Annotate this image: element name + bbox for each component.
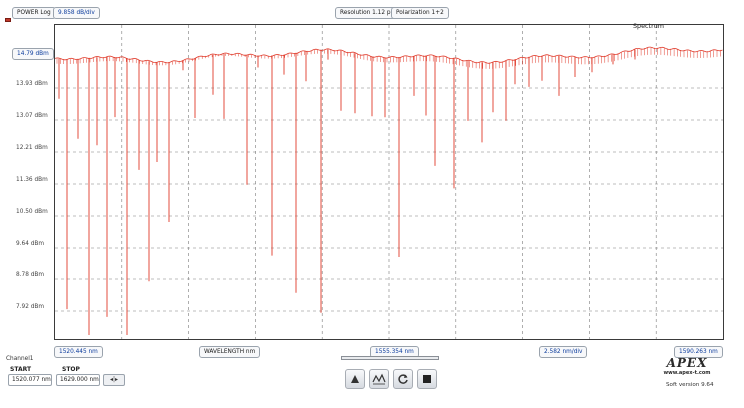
y-axis-label: 7.92 dBm bbox=[16, 304, 45, 310]
y-axis-label: 13.93 dBm bbox=[16, 81, 48, 87]
channel-color-swatch bbox=[5, 18, 11, 22]
marker-icon bbox=[351, 375, 359, 383]
marker-button[interactable] bbox=[345, 369, 365, 389]
mode-label[interactable]: POWER Log bbox=[12, 7, 56, 19]
apex-logo: APEX www.apex-t.com bbox=[657, 356, 717, 376]
plot-title: Spectrum bbox=[633, 22, 664, 30]
start-wavelength-label[interactable]: 1520.445 nm bbox=[54, 346, 103, 358]
spectrum-dips bbox=[56, 47, 721, 335]
start-field-label: START bbox=[10, 366, 32, 373]
reference-level-label[interactable]: 14.79 dBm bbox=[12, 48, 54, 60]
software-version: Soft version 9.64 bbox=[666, 382, 714, 388]
start-wavelength-field[interactable]: 1520.077 nm bbox=[8, 374, 52, 386]
refresh-icon bbox=[398, 374, 408, 384]
channel-name: Channel1 bbox=[6, 356, 34, 362]
plot-grid bbox=[55, 25, 723, 339]
logo-url: www.apex-t.com bbox=[663, 370, 711, 376]
y-axis-label: 9.64 dBm bbox=[16, 241, 45, 247]
y-axis-label: 10.50 dBm bbox=[16, 209, 48, 215]
peak-search-icon bbox=[372, 373, 386, 385]
spectrum-graph bbox=[55, 25, 723, 339]
y-axis-label: 8.78 dBm bbox=[16, 272, 45, 278]
y-axis-label: 11.36 dBm bbox=[16, 177, 48, 183]
scale-label[interactable]: 9.858 dB/div bbox=[53, 7, 100, 19]
stop-field-label: STOP bbox=[62, 366, 80, 373]
range-button[interactable]: ◂|▸ bbox=[103, 374, 125, 386]
spectrum-plot[interactable] bbox=[54, 24, 724, 340]
horizontal-scrollbar[interactable] bbox=[341, 356, 439, 360]
span-per-div-label[interactable]: 2.582 nm/div bbox=[539, 346, 588, 358]
refresh-button[interactable] bbox=[393, 369, 413, 389]
stop-wavelength-field[interactable]: 1629.000 nm bbox=[56, 374, 100, 386]
y-axis-label: 12.21 dBm bbox=[16, 145, 48, 151]
stop-icon bbox=[423, 375, 431, 383]
y-axis-label: 13.07 dBm bbox=[16, 113, 48, 119]
stop-button[interactable] bbox=[417, 369, 437, 389]
x-axis-label: WAVELENGTH nm bbox=[199, 346, 261, 358]
logo-text: APEX bbox=[666, 356, 708, 370]
polarization-label[interactable]: Polarization 1+2 bbox=[391, 7, 449, 19]
peak-search-button[interactable] bbox=[369, 369, 389, 389]
